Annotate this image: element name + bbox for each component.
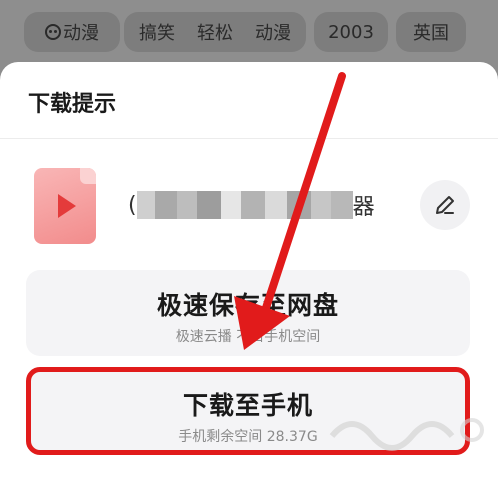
- file-name-end: 器: [352, 195, 375, 220]
- option-subtitle: 极速云播 不占手机空间: [175, 329, 321, 345]
- option-title: 极速保存至网盘: [156, 291, 339, 320]
- genre-tag: 动漫: [255, 23, 291, 44]
- genre-tags[interactable]: 搞笑 轻松 动漫: [124, 12, 306, 52]
- video-file-icon: [34, 168, 96, 244]
- genre-tag: 轻松: [197, 23, 233, 44]
- option-subtitle: 手机剩余空间 28.37G: [178, 429, 318, 445]
- file-name: ( 器: [128, 190, 375, 220]
- file-name-start: (: [128, 192, 137, 218]
- download-to-phone-button[interactable]: 下载至手机 手机剩余空间 28.37G: [26, 367, 470, 455]
- file-name-blurred: [136, 191, 353, 219]
- sheet-title: 下载提示: [28, 92, 117, 117]
- category-tag-label: 动漫: [63, 23, 99, 44]
- download-prompt-sheet: 下载提示 ( 器 极速保存至网盘 极速云播 不占手机空间 下载至手机 手机剩余空…: [0, 62, 498, 478]
- category-tag[interactable]: 动漫: [24, 12, 120, 52]
- rename-button[interactable]: [420, 180, 470, 230]
- save-to-cloud-button[interactable]: 极速保存至网盘 极速云播 不占手机空间: [26, 270, 470, 356]
- option-title: 下载至手机: [182, 391, 313, 420]
- divider: [0, 138, 498, 139]
- face-icon: [45, 24, 61, 40]
- region-tag[interactable]: 英国: [396, 12, 466, 52]
- play-icon: [58, 194, 76, 218]
- year-tag[interactable]: 2003: [314, 12, 388, 52]
- tag-strip: 动漫 搞笑 轻松 动漫 2003 英国: [0, 0, 498, 60]
- pencil-icon: [436, 196, 454, 214]
- genre-tag: 搞笑: [139, 23, 175, 44]
